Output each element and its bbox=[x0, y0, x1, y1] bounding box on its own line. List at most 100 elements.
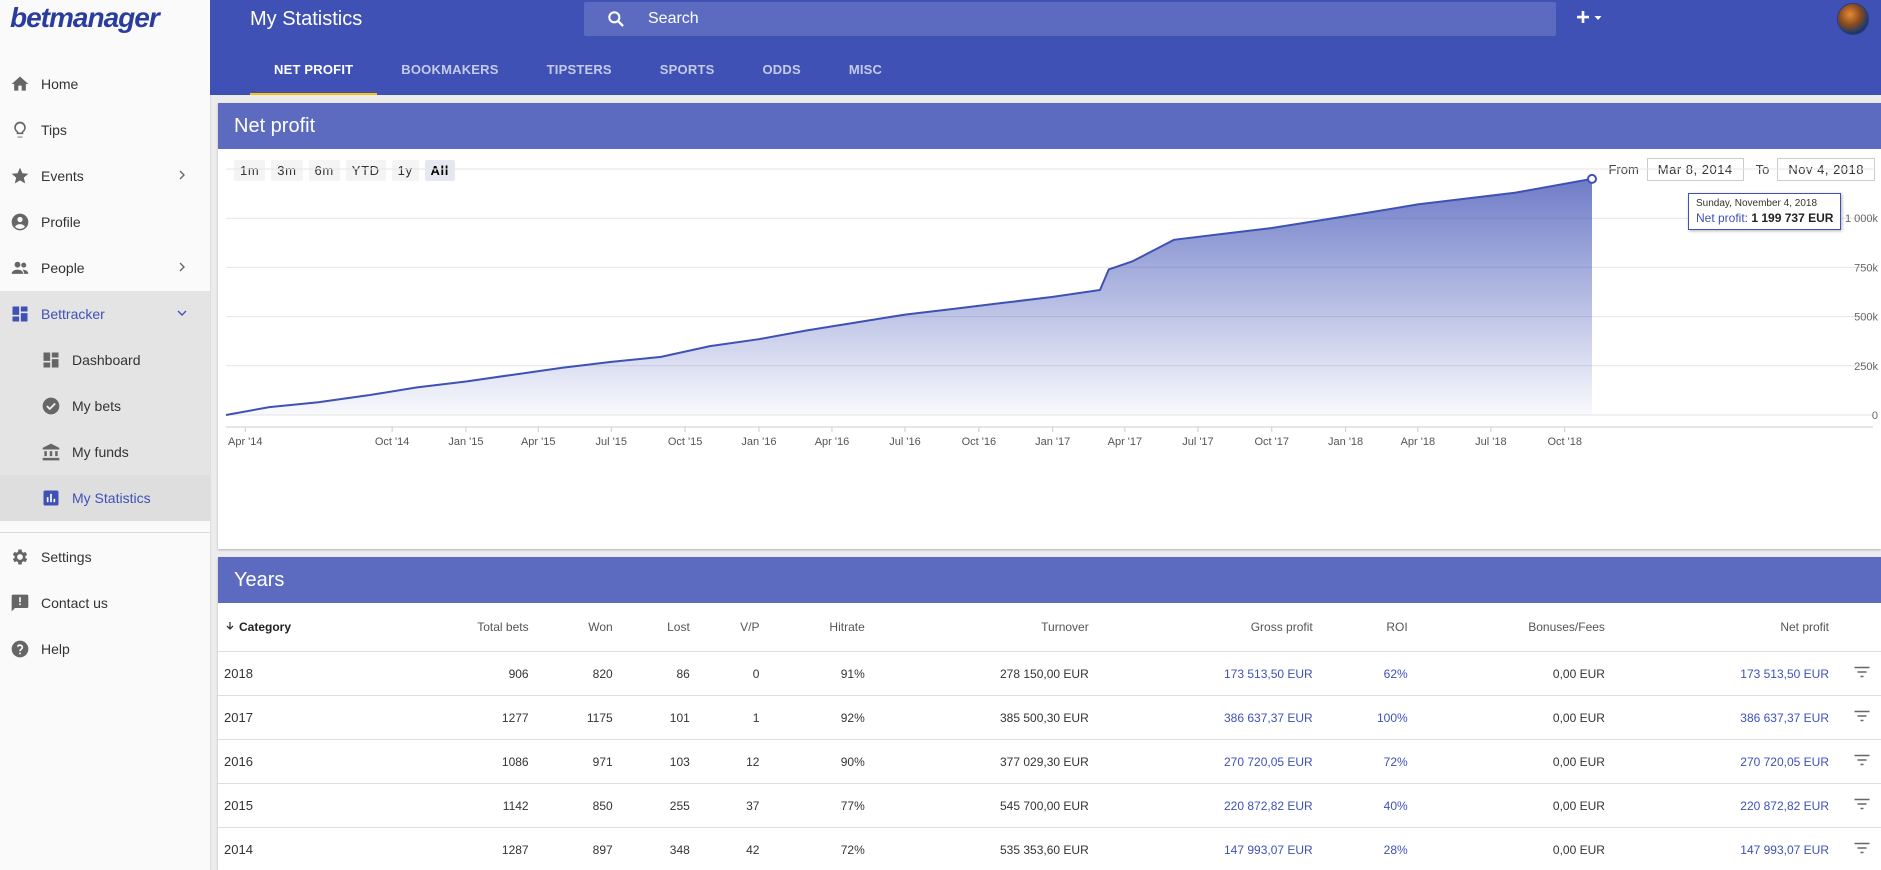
table-cell: 2015 bbox=[218, 783, 394, 828]
table-cell[interactable]: 220 872,82 EUR bbox=[1094, 783, 1319, 828]
x-tick-label: Oct '17 bbox=[1255, 436, 1290, 448]
gear-icon bbox=[9, 546, 31, 568]
y-tick-label: 0 bbox=[1872, 410, 1878, 422]
table-cell: 12 bbox=[695, 739, 766, 784]
table-cell: 0,00 EUR bbox=[1413, 695, 1611, 740]
app-header: My Statistics NET PROFIT BOOKMAKERS TIPS… bbox=[210, 0, 1881, 95]
column-header-category[interactable]: Category bbox=[218, 603, 394, 652]
table-cell: 2016 bbox=[218, 739, 394, 784]
table-cell[interactable]: 270 720,05 EUR bbox=[1094, 739, 1319, 784]
sidebar-item-dashboard[interactable]: Dashboard bbox=[0, 337, 210, 383]
sidebar-item-home[interactable]: Home bbox=[0, 61, 210, 107]
table-row[interactable]: 2018 906 820 86 0 91% 278 150,00 EUR 173 513,50… bbox=[218, 651, 1881, 696]
filter-icon[interactable] bbox=[1835, 695, 1881, 740]
column-header[interactable]: Bonuses/Fees bbox=[1413, 603, 1611, 652]
sidebar-item-label: Tips bbox=[41, 122, 67, 138]
net-profit-chart[interactable]: Apr '14 Oct '14 Jan '15 Apr '15 Jul '15 Oct '… bbox=[218, 149, 1881, 549]
chevron-right-icon bbox=[174, 167, 190, 186]
table-cell[interactable]: 220 872,82 EUR bbox=[1610, 783, 1835, 828]
sidebar-item-my-bets[interactable]: My bets bbox=[0, 383, 210, 429]
table-cell[interactable]: 147 993,07 EUR bbox=[1094, 827, 1319, 870]
tab-sports[interactable]: SPORTS bbox=[636, 46, 739, 93]
table-cell: 255 bbox=[618, 783, 696, 828]
x-tick-label: Oct '14 bbox=[375, 436, 410, 448]
bar-chart-icon bbox=[40, 487, 62, 509]
table-cell[interactable]: 72% bbox=[1318, 739, 1414, 784]
y-tick-label: 500k bbox=[1854, 312, 1878, 324]
table-cell: 91% bbox=[765, 651, 871, 696]
table-cell: 1287 bbox=[393, 827, 535, 870]
table-cell: 42 bbox=[695, 827, 766, 870]
sidebar-item-people[interactable]: People bbox=[0, 245, 210, 291]
column-header[interactable]: Hitrate bbox=[765, 603, 871, 652]
table-cell: 850 bbox=[534, 783, 619, 828]
sidebar-item-profile[interactable]: Profile bbox=[0, 199, 210, 245]
sidebar-item-contact-us[interactable]: Contact us bbox=[0, 580, 210, 626]
column-header[interactable]: Turnover bbox=[870, 603, 1095, 652]
sidebar-item-events[interactable]: Events bbox=[0, 153, 210, 199]
sidebar-item-help[interactable]: Help bbox=[0, 626, 210, 672]
table-cell: 545 700,00 EUR bbox=[870, 783, 1095, 828]
table-row[interactable]: 2014 1287 897 348 42 72% 535 353,60 EUR 147 993… bbox=[218, 827, 1881, 870]
table-row[interactable]: 2016 1086 971 103 12 90% 377 029,30 EUR 270 720… bbox=[218, 739, 1881, 784]
table-row[interactable]: 2017 1277 1175 101 1 92% 385 500,30 EUR 386 637… bbox=[218, 695, 1881, 740]
column-header[interactable]: Net profit bbox=[1610, 603, 1835, 652]
table-cell[interactable]: 270 720,05 EUR bbox=[1610, 739, 1835, 784]
table-cell[interactable]: 100% bbox=[1318, 695, 1414, 740]
sidebar-item-settings[interactable]: Settings bbox=[0, 534, 210, 580]
home-icon bbox=[9, 73, 31, 95]
column-header[interactable]: Lost bbox=[618, 603, 696, 652]
column-header[interactable]: Won bbox=[534, 603, 619, 652]
sidebar-item-label: People bbox=[41, 260, 85, 276]
search-input[interactable] bbox=[646, 9, 1530, 29]
table-cell: 0 bbox=[695, 651, 766, 696]
sidebar-item-my-funds[interactable]: My funds bbox=[0, 429, 210, 475]
table-cell: 906 bbox=[393, 651, 535, 696]
table-cell[interactable]: 40% bbox=[1318, 783, 1414, 828]
x-tick-label: Jul '16 bbox=[889, 436, 920, 448]
filter-icon[interactable] bbox=[1835, 783, 1881, 828]
tab-odds[interactable]: ODDS bbox=[738, 46, 824, 93]
tab-bookmakers[interactable]: BOOKMAKERS bbox=[377, 46, 522, 93]
column-header-actions bbox=[1835, 603, 1881, 652]
table-cell[interactable]: 28% bbox=[1318, 827, 1414, 870]
search-icon[interactable] bbox=[606, 9, 626, 29]
sidebar-item-tips[interactable]: Tips bbox=[0, 107, 210, 153]
tab-tipsters[interactable]: TIPSTERS bbox=[523, 46, 636, 93]
filter-icon[interactable] bbox=[1835, 651, 1881, 696]
sidebar-item-label: My funds bbox=[72, 444, 129, 460]
table-row[interactable]: 2015 1142 850 255 37 77% 545 700,00 EUR 220 872… bbox=[218, 783, 1881, 828]
table-cell[interactable]: 386 637,37 EUR bbox=[1610, 695, 1835, 740]
filter-icon[interactable] bbox=[1835, 827, 1881, 870]
avatar[interactable] bbox=[1837, 3, 1869, 35]
filter-icon[interactable] bbox=[1835, 739, 1881, 784]
tab-misc[interactable]: MISC bbox=[825, 46, 906, 93]
add-button[interactable] bbox=[1574, 8, 1604, 31]
column-header[interactable]: ROI bbox=[1318, 603, 1414, 652]
x-tick-label: Jan '17 bbox=[1035, 436, 1070, 448]
betmanager-logo[interactable]: betmanager bbox=[10, 2, 160, 34]
table-cell: 86 bbox=[618, 651, 696, 696]
column-header[interactable]: Total bets bbox=[393, 603, 535, 652]
column-header[interactable]: V/P bbox=[695, 603, 766, 652]
table-cell: 2014 bbox=[218, 827, 394, 870]
table-cell: 37 bbox=[695, 783, 766, 828]
tooltip-value: 1 199 737 EUR bbox=[1751, 211, 1834, 225]
table-cell[interactable]: 147 993,07 EUR bbox=[1610, 827, 1835, 870]
sidebar-item-label: Profile bbox=[41, 214, 81, 230]
table-cell[interactable]: 173 513,50 EUR bbox=[1610, 651, 1835, 696]
column-header[interactable]: Gross profit bbox=[1094, 603, 1319, 652]
check-circle-icon bbox=[40, 395, 62, 417]
sidebar: betmanager Home Tips Events Profile Peop… bbox=[0, 0, 211, 870]
table-cell: 377 029,30 EUR bbox=[870, 739, 1095, 784]
tab-net-profit[interactable]: NET PROFIT bbox=[250, 46, 378, 95]
sidebar-item-bettracker[interactable]: Bettracker bbox=[0, 291, 210, 337]
search-bar[interactable] bbox=[584, 2, 1556, 36]
sidebar-item-label: Home bbox=[41, 76, 79, 92]
sidebar-item-my-statistics[interactable]: My Statistics bbox=[0, 475, 210, 521]
y-tick-label: 250k bbox=[1854, 361, 1878, 373]
table-cell[interactable]: 62% bbox=[1318, 651, 1414, 696]
hover-marker bbox=[1587, 173, 1597, 184]
table-cell[interactable]: 386 637,37 EUR bbox=[1094, 695, 1319, 740]
table-cell[interactable]: 173 513,50 EUR bbox=[1094, 651, 1319, 696]
